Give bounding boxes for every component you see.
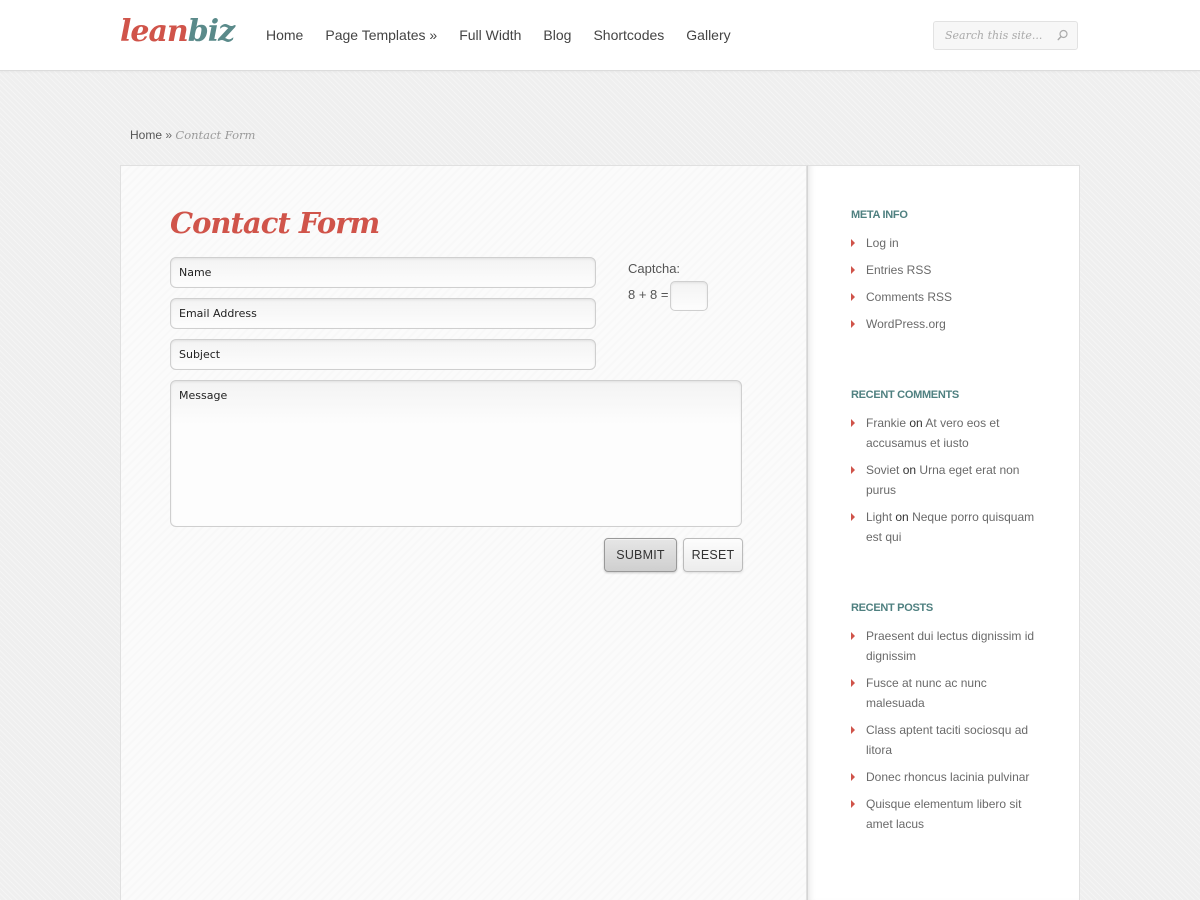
email-field[interactable] [170, 298, 596, 329]
page-title: Contact Form [170, 206, 380, 240]
list-item: Soviet on Urna eget erat non purus [851, 460, 1041, 500]
list-item: Quisque elementum libero sit amet lacus [851, 794, 1041, 834]
list-item: Class aptent taciti sociosqu ad litora [851, 720, 1041, 760]
submit-button[interactable]: SUBMIT [604, 538, 677, 572]
search-box [933, 21, 1078, 50]
arrow-right-icon [851, 679, 855, 687]
widget-title-recent-comments: RECENT COMMENTS [851, 389, 959, 401]
list-item: Frankie on At vero eos et accusamus et i… [851, 413, 1041, 453]
list-item: Praesent dui lectus dignissim id digniss… [851, 626, 1041, 666]
meta-link-comments-rss[interactable]: Comments RSS [866, 290, 952, 304]
widget-title-meta: META INFO [851, 209, 908, 221]
recent-post-link[interactable]: Fusce at nunc ac nunc malesuada [866, 676, 987, 710]
widget-title-recent-posts: RECENT POSTS [851, 602, 933, 614]
meta-list: Log in Entries RSS Comments RSS WordPres… [851, 233, 1041, 334]
recent-post-link[interactable]: Class aptent taciti sociosqu ad litora [866, 723, 1028, 757]
list-item: Light on Neque porro quisquam est qui [851, 507, 1041, 547]
captcha-label: Captcha: [628, 261, 681, 276]
main-nav: Home Page Templates » Full Width Blog Sh… [266, 0, 753, 70]
list-item: Fusce at nunc ac nunc malesuada [851, 673, 1041, 713]
recent-post-link[interactable]: Praesent dui lectus dignissim id digniss… [866, 629, 1034, 663]
search-input[interactable] [934, 22, 1052, 49]
widget-recent-comments: RECENT COMMENTS Frankie on At vero eos e… [851, 389, 1041, 554]
name-field[interactable] [170, 257, 596, 288]
comment-author[interactable]: Frankie [866, 416, 906, 430]
comment-post-link[interactable]: Neque porro quisquam est qui [866, 510, 1034, 544]
comment-on-text: on [895, 510, 909, 524]
comment-on-text: on [909, 416, 923, 430]
list-item: Donec rhoncus lacinia pulvinar [851, 767, 1041, 787]
nav-item-blog[interactable]: Blog [543, 27, 571, 43]
arrow-right-icon [851, 239, 855, 247]
site-header: leanbiz Home Page Templates » Full Width… [0, 0, 1200, 71]
breadcrumb-separator: » [165, 128, 173, 142]
reset-button[interactable]: RESET [683, 538, 743, 572]
nav-item-gallery[interactable]: Gallery [686, 27, 730, 43]
logo-part-lean: lean [120, 14, 189, 49]
comment-on-text: on [902, 463, 917, 477]
site-logo[interactable]: leanbiz [120, 12, 235, 52]
list-item: Comments RSS [851, 287, 1041, 307]
breadcrumb: Home » Contact Form [130, 128, 255, 142]
arrow-right-icon [851, 419, 855, 427]
captcha-input[interactable] [670, 281, 708, 311]
arrow-right-icon [851, 800, 855, 808]
arrow-right-icon [851, 466, 855, 474]
widget-recent-posts: RECENT POSTS Praesent dui lectus digniss… [851, 602, 1041, 841]
arrow-right-icon [851, 320, 855, 328]
comment-author[interactable]: Light [866, 510, 892, 524]
captcha-question: 8 + 8 = [628, 287, 669, 302]
list-item: Log in [851, 233, 1041, 253]
search-icon[interactable] [1057, 29, 1069, 41]
list-item: WordPress.org [851, 314, 1041, 334]
meta-link-wordpress[interactable]: WordPress.org [866, 317, 946, 331]
sidebar: META INFO Log in Entries RSS Comments RS… [807, 165, 1080, 900]
recent-posts-list: Praesent dui lectus dignissim id digniss… [851, 626, 1041, 834]
arrow-right-icon [851, 266, 855, 274]
arrow-right-icon [851, 632, 855, 640]
arrow-right-icon [851, 513, 855, 521]
arrow-right-icon [851, 773, 855, 781]
widget-meta-info: META INFO Log in Entries RSS Comments RS… [851, 209, 1041, 341]
nav-item-home[interactable]: Home [266, 27, 303, 43]
meta-link-entries-rss[interactable]: Entries RSS [866, 263, 931, 277]
nav-item-page-templates[interactable]: Page Templates » [325, 27, 437, 43]
main-content: Contact Form Captcha: 8 + 8 = SUBMIT RES… [120, 165, 807, 900]
comment-author[interactable]: Soviet [866, 463, 899, 477]
logo-part-biz: biz [187, 14, 235, 49]
breadcrumb-home-link[interactable]: Home [130, 128, 162, 142]
arrow-right-icon [851, 293, 855, 301]
breadcrumb-current: Contact Form [175, 128, 256, 142]
recent-comments-list: Frankie on At vero eos et accusamus et i… [851, 413, 1041, 547]
arrow-right-icon [851, 726, 855, 734]
recent-post-link[interactable]: Quisque elementum libero sit amet lacus [866, 797, 1021, 831]
nav-item-shortcodes[interactable]: Shortcodes [593, 27, 664, 43]
nav-item-full-width[interactable]: Full Width [459, 27, 521, 43]
list-item: Entries RSS [851, 260, 1041, 280]
meta-link-login[interactable]: Log in [866, 236, 899, 250]
subject-field[interactable] [170, 339, 596, 370]
recent-post-link[interactable]: Donec rhoncus lacinia pulvinar [866, 770, 1029, 784]
message-field[interactable] [170, 380, 742, 527]
